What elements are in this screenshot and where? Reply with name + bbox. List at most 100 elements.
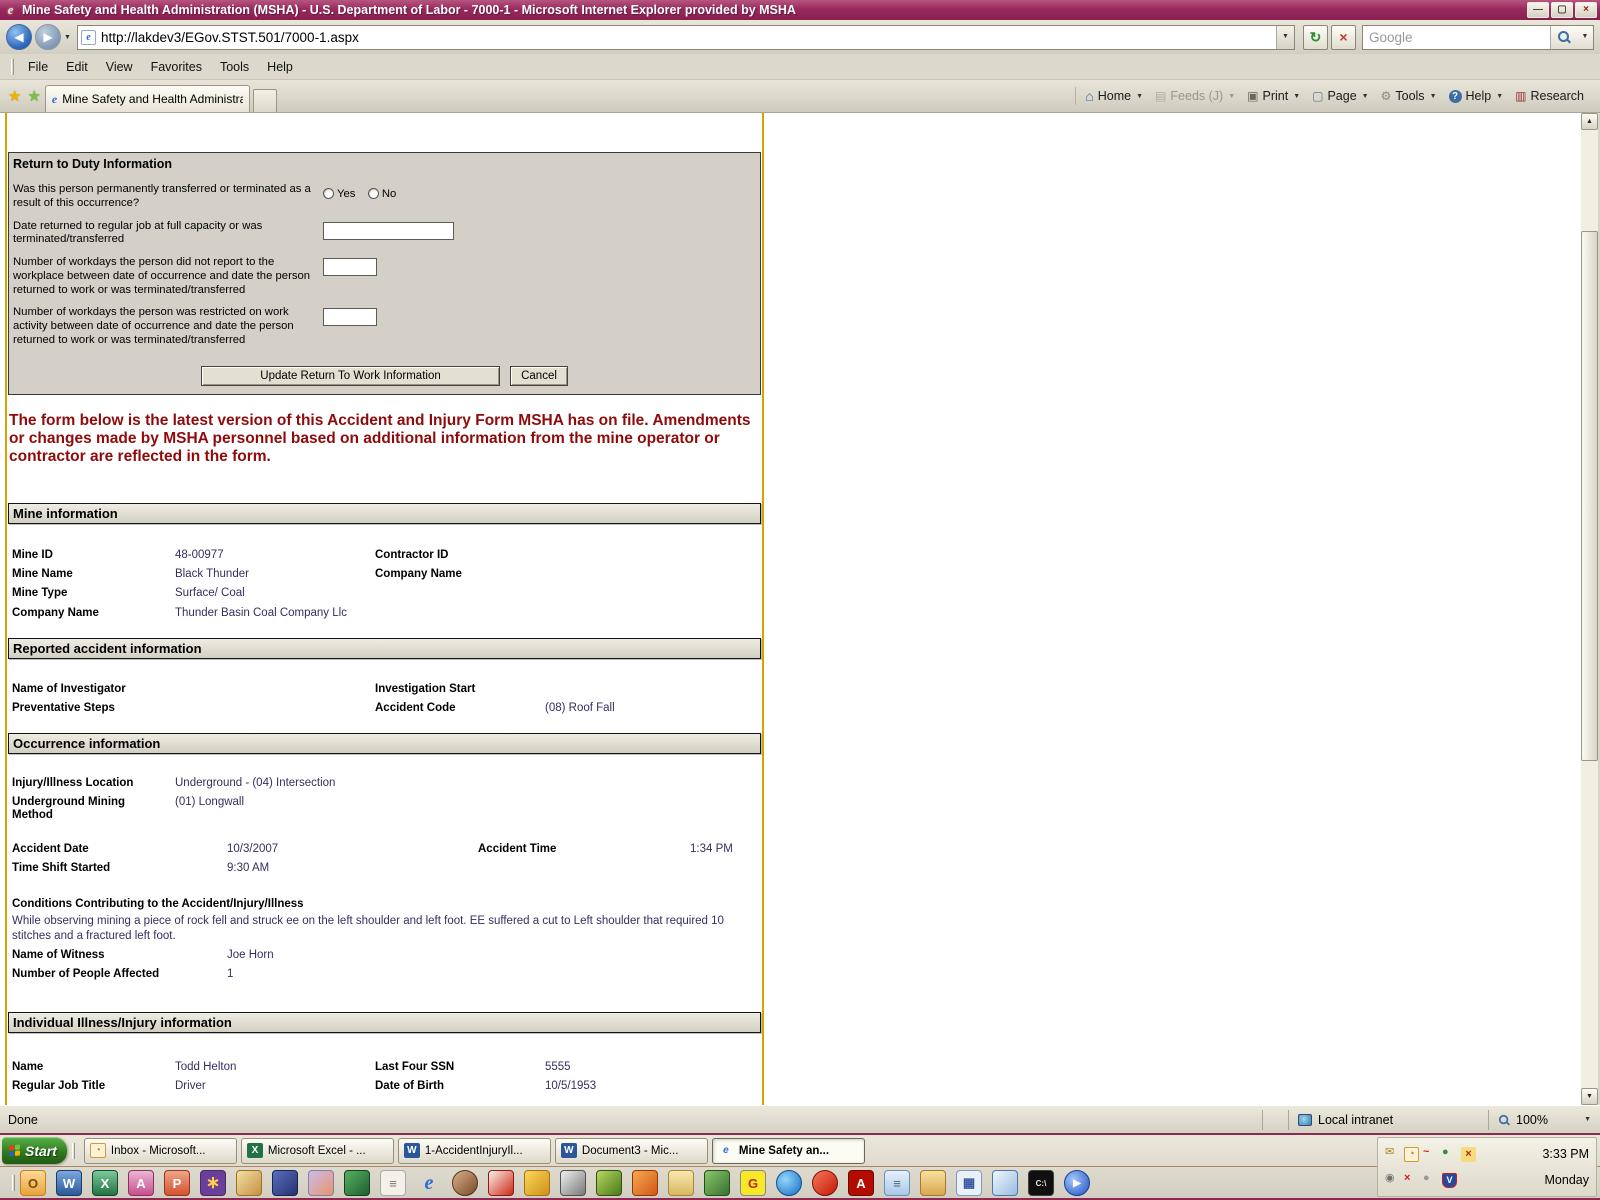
volume-tray-icon[interactable]: ◉ xyxy=(1385,1172,1400,1188)
menu-item[interactable]: File xyxy=(19,56,57,78)
mail-tray-icon[interactable]: ✉ xyxy=(1385,1146,1400,1162)
taskbar-button-ie-mine-safety[interactable]: e Mine Safety an... xyxy=(711,1137,865,1164)
antivirus-shield-tray-icon[interactable]: V xyxy=(1442,1172,1457,1188)
cat-character-quicklaunch-icon[interactable] xyxy=(560,1170,586,1196)
home-button[interactable]: ⌂ Home ▼ xyxy=(1079,85,1149,107)
key-disabled-tray-icon[interactable]: × xyxy=(1461,1146,1476,1162)
scroll-up-arrow[interactable]: ▲ xyxy=(1581,113,1598,130)
giraffe-character-quicklaunch-icon[interactable] xyxy=(524,1170,550,1196)
globe-sync-quicklaunch-icon[interactable] xyxy=(776,1170,802,1196)
menu-item[interactable]: View xyxy=(97,56,142,78)
maximize-button[interactable]: ▢ xyxy=(1551,2,1573,18)
bird-character-quicklaunch-icon[interactable] xyxy=(308,1170,334,1196)
menu-grip xyxy=(11,58,14,75)
machine-character-quicklaunch-icon[interactable] xyxy=(344,1170,370,1196)
help-button[interactable]: ? Help ▼ xyxy=(1443,85,1510,107)
close-button[interactable]: × xyxy=(1575,2,1597,18)
add-favorite-icon[interactable]: ★ xyxy=(27,89,40,104)
browser-tab-active[interactable]: e Mine Safety and Health Administration … xyxy=(44,85,250,112)
search-options-caret-icon[interactable]: ▼ xyxy=(1577,25,1593,49)
document-edit-quicklaunch-icon[interactable] xyxy=(992,1170,1018,1196)
section-header-individual-injury: Individual Illness/Injury information xyxy=(8,1012,761,1033)
workdays-restricted-input[interactable] xyxy=(323,308,377,327)
page-icon: e xyxy=(80,29,96,45)
grinch-character-quicklaunch-icon[interactable] xyxy=(596,1170,622,1196)
command-prompt-quicklaunch-icon[interactable]: C:\ xyxy=(1028,1170,1054,1196)
page-content: Return to Duty Information Was this pers… xyxy=(0,113,1581,1105)
crest-quicklaunch-icon[interactable] xyxy=(272,1170,298,1196)
word-quicklaunch-icon[interactable]: W xyxy=(56,1170,82,1196)
start-button[interactable]: Start xyxy=(2,1137,67,1164)
zoom-control[interactable]: 100% ▼ xyxy=(1488,1109,1600,1130)
forward-button[interactable]: ▶ xyxy=(35,24,61,50)
taskbar-button-word-accident-injury[interactable]: W 1-AccidentInjuryIl... xyxy=(397,1137,551,1164)
workdays-lost-input[interactable] xyxy=(323,258,377,277)
right-border-line xyxy=(762,113,764,1105)
frog-chart-quicklaunch-icon[interactable] xyxy=(704,1170,730,1196)
system-tray: ✉ ◔ ~ ● × 3:33 PM ◉ × ● V Monday xyxy=(1377,1137,1597,1197)
menu-item[interactable]: Edit xyxy=(57,56,97,78)
address-dropdown-caret-icon[interactable]: ▼ xyxy=(1276,25,1294,49)
folder-search-quicklaunch-icon[interactable] xyxy=(668,1170,694,1196)
scrollbar-thumb[interactable] xyxy=(1581,231,1598,761)
taskbar-button-excel[interactable]: X Microsoft Excel - ... xyxy=(240,1137,394,1164)
feeds-button[interactable]: ▤ Feeds (J) ▼ xyxy=(1149,85,1241,107)
excel-quicklaunch-icon[interactable]: X xyxy=(92,1170,118,1196)
newspaper-quicklaunch-icon[interactable]: ≡ xyxy=(380,1170,406,1196)
favorites-star-icon[interactable]: ★ xyxy=(8,89,21,104)
minimize-button[interactable]: — xyxy=(1527,2,1549,18)
search-button[interactable] xyxy=(1550,25,1577,49)
recent-pages-caret-icon[interactable]: ▼ xyxy=(64,34,71,41)
occurrence-time-fields: Accident Date 10/3/2007 Accident Time 1:34… xyxy=(12,843,733,875)
duck-character-quicklaunch-icon[interactable] xyxy=(236,1170,262,1196)
signal-tray-icon[interactable]: ~ xyxy=(1423,1146,1438,1162)
clock-day: Monday xyxy=(1544,1173,1589,1187)
outlook-quicklaunch-icon[interactable]: O xyxy=(20,1170,46,1196)
vertical-scrollbar[interactable]: ▲ ▼ xyxy=(1581,113,1598,1105)
notepad-quicklaunch-icon[interactable]: ≡ xyxy=(884,1170,910,1196)
access-key-quicklaunch-icon[interactable]: A xyxy=(128,1170,154,1196)
radio-no[interactable] xyxy=(367,188,379,199)
powerpoint-quicklaunch-icon[interactable]: P xyxy=(164,1170,190,1196)
update-return-to-work-button[interactable]: Update Return To Work Information xyxy=(201,366,500,386)
back-button[interactable]: ◀ xyxy=(6,24,32,50)
url-text[interactable]: http://lakdev3/EGov.STST.501/7000-1.aspx xyxy=(96,30,1276,45)
taskbar-button-word-document3[interactable]: W Document3 - Mic... xyxy=(554,1137,708,1164)
mouse-tray-icon[interactable]: ● xyxy=(1423,1172,1438,1188)
zoom-caret-icon[interactable]: ▼ xyxy=(1584,1116,1591,1123)
acrobat-quicklaunch-icon[interactable]: A xyxy=(848,1170,874,1196)
search-input[interactable] xyxy=(1363,28,1550,46)
radio-yes[interactable] xyxy=(323,188,334,199)
squirrel-character-quicklaunch-icon[interactable] xyxy=(452,1170,478,1196)
tiger-character-quicklaunch-icon[interactable] xyxy=(632,1170,658,1196)
page-button[interactable]: ▢ Page ▼ xyxy=(1306,85,1374,107)
new-tab-stub[interactable] xyxy=(252,89,277,112)
menu-item[interactable]: Favorites xyxy=(142,56,211,78)
reader-quicklaunch-icon[interactable]: ▦ xyxy=(956,1170,982,1196)
scroll-down-arrow[interactable]: ▼ xyxy=(1581,1088,1598,1105)
taskbar-buttons-row: Start ◔ Inbox - Microsoft... X Microsoft… xyxy=(0,1135,1600,1197)
stop-button[interactable]: × xyxy=(1331,24,1356,50)
folder-magnifier-quicklaunch-icon[interactable] xyxy=(920,1170,946,1196)
menu-item[interactable]: Tools xyxy=(211,56,258,78)
research-button[interactable]: ▥ Research xyxy=(1509,85,1590,107)
radio-no-label: No xyxy=(381,188,397,200)
cancel-button[interactable]: Cancel xyxy=(510,366,568,386)
refresh-button[interactable]: ↻ xyxy=(1303,24,1328,50)
media-player-quicklaunch-icon[interactable]: ▶ xyxy=(1064,1170,1090,1196)
woodpecker-character-quicklaunch-icon[interactable] xyxy=(488,1170,514,1196)
address-field[interactable]: e http://lakdev3/EGov.STST.501/7000-1.as… xyxy=(76,24,1295,50)
clock-tray-icon[interactable]: ◔ xyxy=(1404,1146,1419,1162)
menu-item[interactable]: Help xyxy=(258,56,302,78)
tools-button[interactable]: ⚙ Tools ▼ xyxy=(1375,85,1443,107)
spheres-tray-icon[interactable]: ● xyxy=(1442,1146,1457,1162)
ie-logo-icon: e xyxy=(7,2,14,17)
ie-quicklaunch-icon[interactable]: e xyxy=(416,1170,442,1196)
error-x-tray-icon[interactable]: × xyxy=(1404,1172,1419,1188)
woodpecker2-character-quicklaunch-icon[interactable] xyxy=(812,1170,838,1196)
print-button[interactable]: ▣ Print ▼ xyxy=(1241,85,1306,107)
taskbar-button-outlook-inbox[interactable]: ◔ Inbox - Microsoft... xyxy=(83,1137,237,1164)
g-arrow-quicklaunch-icon[interactable]: G xyxy=(740,1170,766,1196)
pinwheel-quicklaunch-icon[interactable]: ∗ xyxy=(200,1170,226,1196)
date-returned-input[interactable] xyxy=(323,221,454,240)
